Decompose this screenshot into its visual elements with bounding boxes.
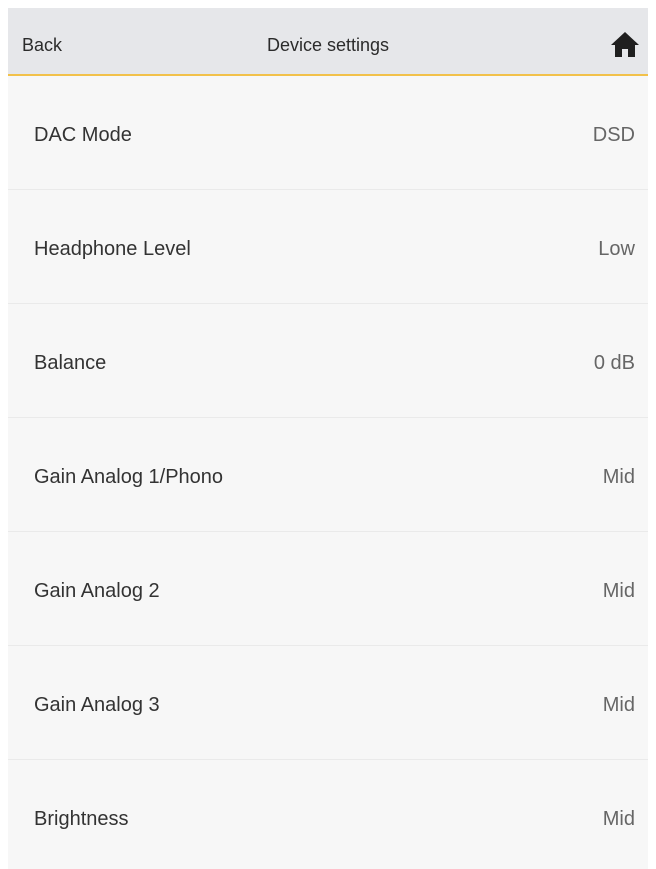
page-title: Device settings [266, 35, 390, 55]
setting-label: Gain Analog 1/Phono [34, 466, 224, 488]
device-settings-screen: Back Device settings DAC Mode DSD Headph… [8, 8, 648, 869]
navigation-bar: Back Device settings [8, 8, 648, 76]
setting-label: Gain Analog 2 [34, 580, 160, 602]
settings-list: DAC Mode DSD Headphone Level Low Balance… [8, 76, 648, 869]
setting-label: Gain Analog 3 [34, 694, 160, 716]
setting-row-gain-analog-3[interactable]: Gain Analog 3 Mid [8, 646, 648, 760]
setting-row-gain-analog-2[interactable]: Gain Analog 2 Mid [8, 532, 648, 646]
setting-value: Mid [602, 580, 635, 602]
home-button[interactable] [610, 30, 640, 58]
setting-row-headphone-level[interactable]: Headphone Level Low [8, 190, 648, 304]
setting-value: Mid [602, 694, 635, 716]
setting-value: DSD [592, 124, 635, 146]
setting-value: Low [598, 238, 635, 260]
setting-label: DAC Mode [34, 124, 132, 146]
setting-label: Headphone Level [34, 238, 191, 260]
home-icon [611, 32, 639, 57]
setting-row-balance[interactable]: Balance 0 dB [8, 304, 648, 418]
setting-label: Balance [34, 352, 107, 374]
setting-value: Mid [602, 466, 635, 488]
setting-row-brightness[interactable]: Brightness Mid [8, 760, 648, 869]
setting-value: Mid [602, 808, 635, 830]
setting-label: Brightness [34, 808, 129, 830]
setting-value: 0 dB [593, 352, 635, 374]
setting-row-dac-mode[interactable]: DAC Mode DSD [8, 76, 648, 190]
setting-row-gain-analog-1-phono[interactable]: Gain Analog 1/Phono Mid [8, 418, 648, 532]
